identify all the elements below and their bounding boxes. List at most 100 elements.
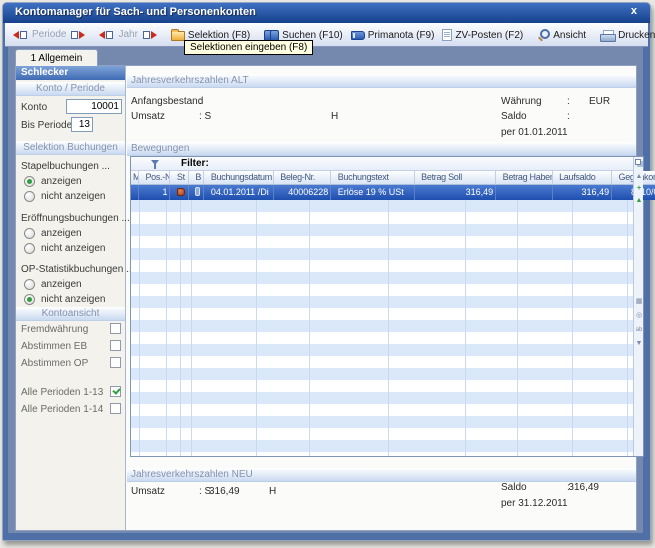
- bis-periode-label: Bis Periode: [21, 120, 72, 131]
- column-header-betrag-haben[interactable]: Betrag Haben: [501, 171, 553, 184]
- column-header-b[interactable]: B: [193, 171, 204, 184]
- printer-icon: [600, 30, 615, 41]
- tab-allgemein[interactable]: 1 Allgemein: [15, 49, 98, 66]
- radio-label[interactable]: nicht anzeigen: [41, 243, 106, 254]
- checkbox-fremdwaehrung[interactable]: [110, 323, 121, 334]
- text-edit-icon[interactable]: ab: [634, 326, 644, 334]
- saldo-alt-colon: :: [567, 111, 570, 122]
- column-header-buchungsdatum[interactable]: Buchungsdatum: [209, 171, 274, 184]
- anfangsbestand-label: Anfangsbestand: [131, 96, 203, 107]
- check-label-abstimmen-eb: Abstimmen EB: [21, 341, 87, 352]
- radio-label[interactable]: anzeigen: [41, 176, 82, 187]
- group-label-stapelbuchungen: Stapelbuchungen ...: [21, 161, 110, 172]
- jump-up-icon[interactable]: ▲: [634, 197, 644, 205]
- zv-posten-button[interactable]: ZV-Posten (F2): [438, 27, 527, 43]
- waehrung-value: EUR: [589, 96, 610, 107]
- saldo-alt-label: Saldo: [501, 111, 527, 122]
- periode-prev-icon: [13, 29, 28, 41]
- column-header-m[interactable]: M: [131, 171, 139, 184]
- book-icon: [351, 31, 365, 40]
- per-neu-label: per 31.12.2011: [501, 498, 568, 509]
- group-header-bewegungen: Bewegungen: [127, 142, 636, 156]
- jahr-label: Jahr: [118, 29, 137, 40]
- account-title: Schlecker: [16, 66, 125, 80]
- window-title: Kontomanager für Sach- und Personenkonte…: [15, 6, 256, 18]
- check-label-fremdwaehrung: Fremdwährung: [21, 324, 88, 335]
- view-grid-icon[interactable]: ▦: [634, 298, 644, 306]
- sidebar: Schlecker Konto / Periode Konto 10001 Bi…: [16, 66, 126, 530]
- periode-label: Periode: [32, 29, 66, 40]
- row-laufsaldo: 316,49: [557, 185, 612, 200]
- konto-label: Konto: [21, 102, 47, 113]
- tooltip: Selektionen eingeben (F8): [184, 40, 313, 55]
- grid-filter-row[interactable]: Filter:: [131, 157, 633, 171]
- radio-label[interactable]: anzeigen: [41, 279, 82, 290]
- main-panel: Schlecker Konto / Periode Konto 10001 Bi…: [15, 65, 637, 531]
- radio-eroeffnung-nicht-anzeigen[interactable]: [24, 243, 35, 254]
- checkbox-alle-perioden-1-13[interactable]: [110, 386, 121, 397]
- check-label-alle-perioden-1-14: Alle Perioden 1-14: [21, 404, 103, 415]
- column-chooser-icon[interactable]: [635, 159, 641, 165]
- jahr-next-icon: [142, 29, 157, 41]
- primanota-button[interactable]: Primanota (F9): [347, 27, 439, 43]
- group-label-eroeffnungsbuchungen: Eröffnungsbuchungen ...: [21, 213, 130, 224]
- drucken-button[interactable]: Drucken: [596, 27, 655, 43]
- suchen-label: Suchen (F10): [282, 30, 343, 41]
- column-header-betrag-soll[interactable]: Betrag Soll: [419, 171, 496, 184]
- row-betrag-soll: 316,49: [419, 185, 496, 200]
- primanota-label: Primanota (F9): [368, 30, 435, 41]
- column-header-st[interactable]: St: [175, 171, 189, 184]
- stamp-icon: [177, 188, 185, 196]
- jahr-next-button[interactable]: [138, 27, 161, 43]
- append-plus-icon[interactable]: +: [634, 185, 644, 193]
- konto-input[interactable]: 10001: [66, 99, 122, 114]
- jahr-prev-button[interactable]: [95, 27, 118, 43]
- radio-op-nicht-anzeigen[interactable]: [24, 294, 35, 305]
- title-bar: Kontomanager für Sach- und Personenkonte…: [3, 3, 650, 23]
- radio-label[interactable]: anzeigen: [41, 228, 82, 239]
- radio-label[interactable]: nicht anzeigen: [41, 294, 106, 305]
- periode-prev-button[interactable]: [9, 27, 32, 43]
- row-st-cell: [175, 185, 189, 200]
- group-header-jvz-neu: Jahresverkehrszahlen NEU: [127, 468, 636, 482]
- scroll-up-icon[interactable]: ▲: [634, 173, 644, 181]
- check-label-abstimmen-op: Abstimmen OP: [21, 358, 88, 369]
- column-header-beleg-nr[interactable]: Beleg-Nr.: [278, 171, 331, 184]
- ansicht-button[interactable]: Ansicht: [533, 26, 590, 43]
- app-window: Kontomanager für Sach- und Personenkonte…: [2, 2, 651, 541]
- checkbox-abstimmen-op[interactable]: [110, 357, 121, 368]
- umsatz-neu-label: Umsatz: [131, 486, 165, 497]
- umsatz-alt-label: Umsatz: [131, 111, 165, 122]
- column-header-pos-nr[interactable]: Pos.-Nr: [143, 171, 170, 184]
- checkbox-abstimmen-eb[interactable]: [110, 340, 121, 351]
- column-header-laufsaldo[interactable]: Laufsaldo: [557, 171, 612, 184]
- radio-eroeffnung-anzeigen[interactable]: [24, 228, 35, 239]
- column-header-buchungstext[interactable]: Buchungstext: [336, 171, 415, 184]
- umsatz-alt-soll: : S: [199, 111, 211, 122]
- filter-funnel-icon[interactable]: [151, 160, 159, 165]
- toolbar: Periode Jahr Selektion (F8) Suchen (F10)…: [5, 23, 648, 47]
- section-header-selektion-buchungen: Selektion Buchungen: [16, 141, 125, 155]
- table-row-selected[interactable]: 1 04.01.2011 /Di 40006228 Erlöse 19 % US…: [131, 185, 655, 200]
- group-header-jvz-alt: Jahresverkehrszahlen ALT: [127, 74, 636, 88]
- checkbox-alle-perioden-1-14[interactable]: [110, 403, 121, 414]
- filter-label: Filter:: [181, 158, 209, 169]
- filter-small-icon[interactable]: ▼: [634, 340, 644, 348]
- anfangsbestand-colon: :: [199, 96, 202, 107]
- selektion-label: Selektion (F8): [188, 30, 250, 41]
- magnifier-icon: [537, 28, 550, 41]
- folder-icon: [171, 31, 185, 41]
- umsatz-neu-haben: H: [269, 486, 276, 497]
- periode-next-button[interactable]: [66, 27, 89, 43]
- bis-periode-input[interactable]: 13: [71, 117, 93, 132]
- radio-label[interactable]: nicht anzeigen: [41, 191, 106, 202]
- row-marker-cell: [131, 185, 139, 200]
- binoculars-icon: [264, 29, 279, 41]
- close-button[interactable]: x: [628, 5, 640, 17]
- radio-stapel-anzeigen[interactable]: [24, 176, 35, 187]
- radio-stapel-nicht-anzeigen[interactable]: [24, 191, 35, 202]
- magnifier-small-icon[interactable]: ◎: [634, 312, 644, 320]
- radio-op-anzeigen[interactable]: [24, 279, 35, 290]
- row-buchungstext: Erlöse 19 % USt: [336, 185, 415, 200]
- umsatz-neu-value: 316,49: [209, 486, 247, 497]
